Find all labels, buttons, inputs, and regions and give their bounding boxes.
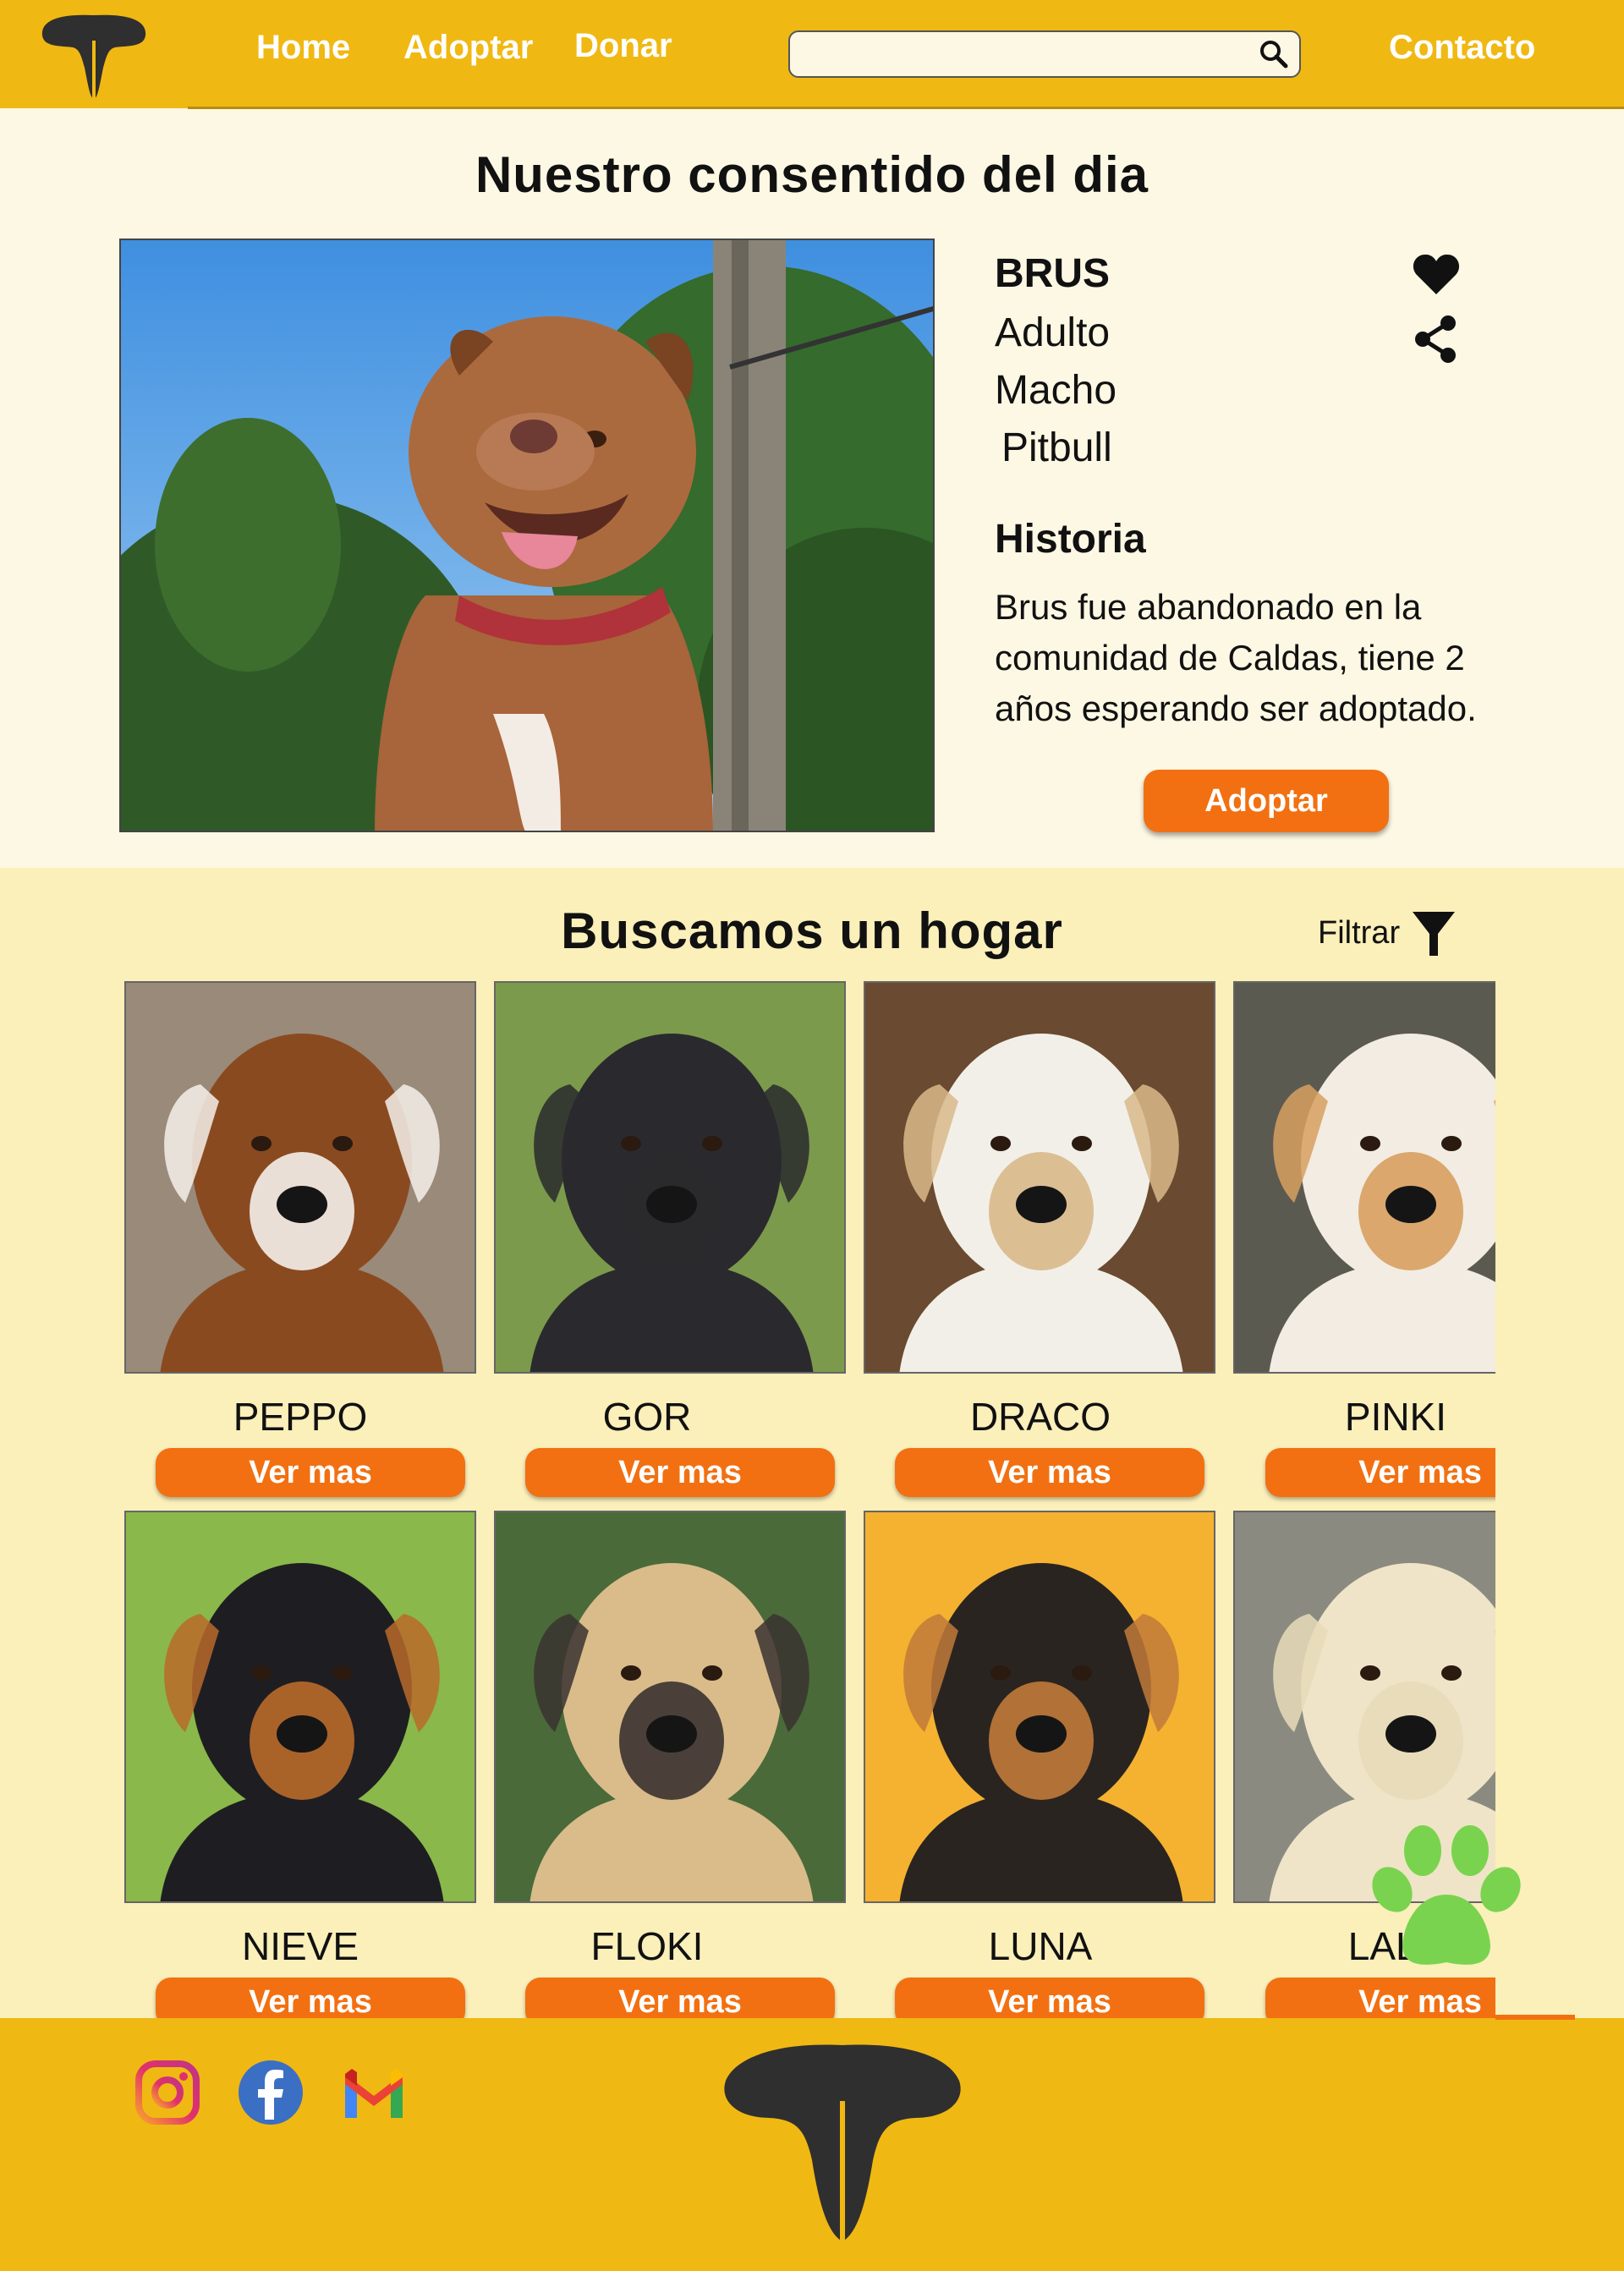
dog-name: NIEVE <box>241 1924 359 1968</box>
gmail-icon[interactable] <box>340 2059 408 2126</box>
dog-age: Adulto <box>995 310 1111 355</box>
dog-name: GOR <box>602 1395 692 1439</box>
dog-photo[interactable] <box>124 981 476 1374</box>
search-bar <box>788 30 1301 78</box>
featured-dog-photo <box>119 239 935 832</box>
search-input[interactable] <box>802 39 1245 71</box>
filter-label[interactable]: Filtrar <box>1318 915 1400 952</box>
dog-nose-logo-icon <box>41 14 146 101</box>
history-text: Brus fue abandonado en la comunidad de C… <box>995 587 1477 728</box>
paw-icon[interactable] <box>1369 1820 1524 1971</box>
dog-breed: Pitbull <box>1001 425 1112 470</box>
share-icon[interactable] <box>1413 315 1460 364</box>
dog-photo[interactable] <box>864 1511 1215 1903</box>
view-more-button[interactable]: Ver mas <box>895 1448 1204 1497</box>
dog-photo[interactable] <box>864 981 1215 1374</box>
filter-icon[interactable] <box>1411 910 1457 957</box>
dog-name: PEPPO <box>233 1395 368 1439</box>
dog-grid: PEPPO Ver mas GOR Ver mas DRACO Ver mas PINKI V… <box>0 981 1495 2018</box>
footer-accent-edge <box>1495 2015 1575 2020</box>
dog-name: DRACO <box>969 1395 1111 1439</box>
dog-name: FLOKI <box>590 1924 704 1968</box>
nav-contact-link[interactable]: Contacto <box>1389 29 1535 67</box>
view-more-button[interactable]: Ver mas <box>156 1448 465 1497</box>
history-title: Historia <box>995 517 1146 562</box>
heart-icon[interactable] <box>1413 252 1460 296</box>
adopt-button[interactable]: Adoptar <box>1144 770 1389 832</box>
dog-sex: Macho <box>995 368 1117 413</box>
instagram-icon[interactable] <box>134 2059 201 2126</box>
footer-logo[interactable] <box>719 2042 966 2245</box>
view-more-button[interactable]: Ver mas <box>895 1978 1204 2018</box>
dog-photo[interactable] <box>1233 981 1495 1374</box>
featured-title: Nuestro consentido del dia <box>475 146 1149 203</box>
nav-home-link[interactable]: Home <box>256 29 350 67</box>
view-more-button[interactable]: Ver mas <box>156 1978 465 2018</box>
view-more-button[interactable]: Ver mas <box>1265 1448 1495 1497</box>
view-more-button[interactable]: Ver mas <box>525 1448 835 1497</box>
dog-name: PINKI <box>1344 1395 1447 1439</box>
dog-name: LUNA <box>988 1924 1093 1968</box>
nav-donate-link[interactable]: Donar <box>574 27 672 65</box>
nav-adopt-link[interactable]: Adoptar <box>403 29 533 67</box>
dog-name: BRUS <box>995 251 1111 296</box>
view-more-button[interactable]: Ver mas <box>525 1978 835 2018</box>
search-icon[interactable] <box>1259 39 1289 69</box>
view-more-button[interactable]: Ver mas <box>1265 1978 1495 2018</box>
dog-nose-logo-icon <box>724 2044 961 2245</box>
facebook-icon[interactable] <box>237 2059 304 2126</box>
dog-photo[interactable] <box>494 981 846 1374</box>
dog-photo[interactable] <box>124 1511 476 1903</box>
brand-logo[interactable] <box>0 0 188 108</box>
dog-photo[interactable] <box>494 1511 846 1903</box>
